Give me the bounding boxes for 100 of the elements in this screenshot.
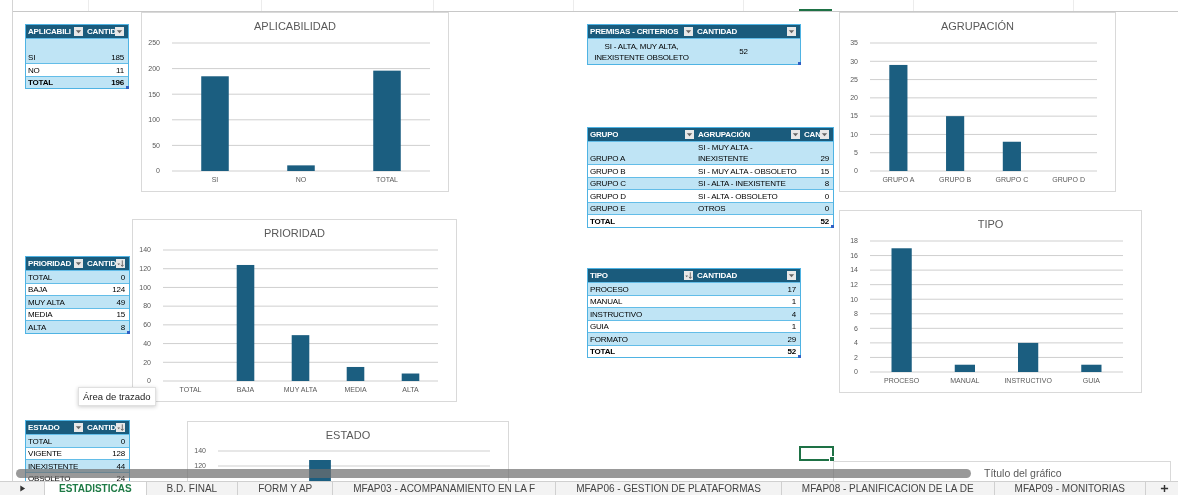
- resize-handle-icon[interactable]: [127, 330, 130, 334]
- bar: [1081, 364, 1102, 372]
- table-cell: SI - MUY ALTA - OBSOLETO: [698, 165, 797, 177]
- chart-title: TIPO: [976, 217, 1005, 232]
- column-header: PRIORIDAD: [28, 258, 72, 269]
- table-cell: 0: [824, 190, 829, 202]
- table-cell: TOTAL: [590, 215, 615, 227]
- table-cell: 29: [787, 333, 796, 345]
- triangle-icon: [18, 485, 26, 492]
- table-cell: 52: [739, 46, 748, 57]
- filter-dropdown-icon[interactable]: [74, 423, 83, 432]
- table-cell: SI - ALTA - INEXISTENTE: [698, 178, 786, 189]
- table-cell: TOTAL: [28, 435, 53, 447]
- filter-dropdown-icon[interactable]: [820, 130, 829, 139]
- column-header: GRUPO: [590, 129, 619, 140]
- table-cell: 52: [787, 346, 796, 357]
- column-header: AGRUPACIÓN: [698, 129, 751, 140]
- filter-dropdown-icon[interactable]: [684, 27, 693, 36]
- sort-dropdown-icon[interactable]: [684, 271, 693, 280]
- table-cell: 29: [820, 153, 829, 164]
- table-cell: 49: [116, 296, 125, 308]
- filter-dropdown-icon[interactable]: [791, 130, 800, 139]
- table-cell: 1: [791, 321, 796, 332]
- bar: [1018, 342, 1039, 372]
- bar: [1002, 141, 1021, 171]
- table-cell: 196: [111, 77, 124, 88]
- resize-handle-icon[interactable]: [831, 224, 834, 228]
- chart-title: PRIORIDAD: [262, 226, 327, 241]
- filter-dropdown-icon[interactable]: [74, 27, 83, 36]
- sort-dropdown-icon[interactable]: [116, 423, 125, 432]
- table-cell: 0: [120, 271, 125, 283]
- filter-dropdown-icon[interactable]: [685, 130, 694, 139]
- table-cell: OBSOLETO: [28, 473, 71, 482]
- chart-title: ESTADO: [324, 428, 372, 443]
- table-cell: 15: [116, 309, 125, 320]
- bar: [291, 335, 310, 381]
- filter-dropdown-icon[interactable]: [787, 271, 796, 280]
- column-header: CANTIDAD: [697, 270, 738, 281]
- table-cell: 8: [824, 178, 829, 189]
- selected-cell[interactable]: [799, 446, 834, 461]
- table-cell: 15: [820, 165, 829, 177]
- table-cell: TOTAL: [28, 77, 53, 88]
- tooltip: Área de trazado: [78, 387, 156, 406]
- resize-handle-icon[interactable]: [798, 355, 801, 358]
- table-cell: SI: [28, 52, 36, 63]
- table-cell: 17: [787, 283, 796, 295]
- selected-column-marker: [799, 9, 832, 11]
- table-cell: INSTRUCTIVO: [590, 308, 643, 320]
- table-cell: 24: [116, 473, 125, 482]
- column-header: CANTIDAD: [697, 26, 738, 37]
- plus-icon: [1159, 484, 1169, 493]
- column-header: CANTID: [87, 26, 115, 37]
- table-cell: OTROS: [698, 203, 726, 214]
- chart-title: APLICABILIDAD: [253, 19, 337, 34]
- column-header: CANTID: [87, 422, 116, 433]
- table-cell: 52: [820, 215, 829, 227]
- table-cell: PROCESO: [590, 283, 629, 295]
- table-cell: GRUPO C: [590, 178, 626, 189]
- table-cell: FORMATO: [590, 333, 628, 345]
- table-cell: MUY ALTA: [28, 296, 65, 308]
- column-header: CANTID: [87, 258, 116, 269]
- table-cell: 185: [111, 52, 124, 63]
- table-cell: MANUAL: [590, 296, 623, 307]
- sort-dropdown-icon[interactable]: [116, 259, 125, 268]
- table-cell: SI - ALTA - OBSOLETO: [698, 190, 778, 202]
- table-cell: BAJA: [28, 284, 48, 295]
- chart-title: AGRUPACIÓN: [939, 19, 1016, 34]
- table-cell: GRUPO B: [590, 165, 626, 177]
- resize-handle-icon[interactable]: [126, 86, 129, 89]
- bar: [401, 373, 420, 381]
- table-cell: 44: [116, 460, 125, 472]
- table-cell: 4: [791, 308, 796, 320]
- scrollbar-thumb[interactable]: [16, 469, 971, 478]
- filter-dropdown-icon[interactable]: [787, 27, 796, 36]
- column-header: PREMISAS - CRITERIOS: [590, 26, 679, 37]
- table-cell: 11: [116, 64, 124, 76]
- table-cell: 128: [112, 448, 125, 459]
- filter-dropdown-icon[interactable]: [115, 27, 124, 36]
- table-cell: INEXISTENTE: [28, 460, 79, 472]
- sheet-tab[interactable]: ESTADISTICAS: [45, 482, 147, 495]
- table-cell: 1: [791, 296, 796, 307]
- table-cell: GRUPO E: [590, 203, 626, 214]
- bar: [346, 366, 365, 381]
- table-cell: TOTAL: [28, 271, 53, 283]
- table-cell: TOTAL: [590, 346, 615, 357]
- filter-dropdown-icon[interactable]: [74, 259, 83, 268]
- table-cell: 0: [824, 203, 829, 214]
- table-cell-text: SI - MUY ALTA - INEXISTENTE: [698, 142, 754, 164]
- column-header: ESTADO: [28, 422, 60, 433]
- bar: [954, 364, 975, 372]
- table-cell: GRUPO D: [590, 190, 626, 202]
- table-cell: NO: [28, 64, 40, 76]
- bar: [287, 165, 315, 171]
- resize-handle-icon[interactable]: [798, 62, 801, 65]
- column-header: TIPO: [590, 270, 608, 281]
- table-cell: 8: [120, 321, 125, 333]
- table-cell: MEDIA: [28, 309, 53, 320]
- table-cell: VIGENTE: [28, 448, 62, 459]
- column-header: CAN: [804, 129, 820, 140]
- table-cell: 124: [112, 284, 125, 295]
